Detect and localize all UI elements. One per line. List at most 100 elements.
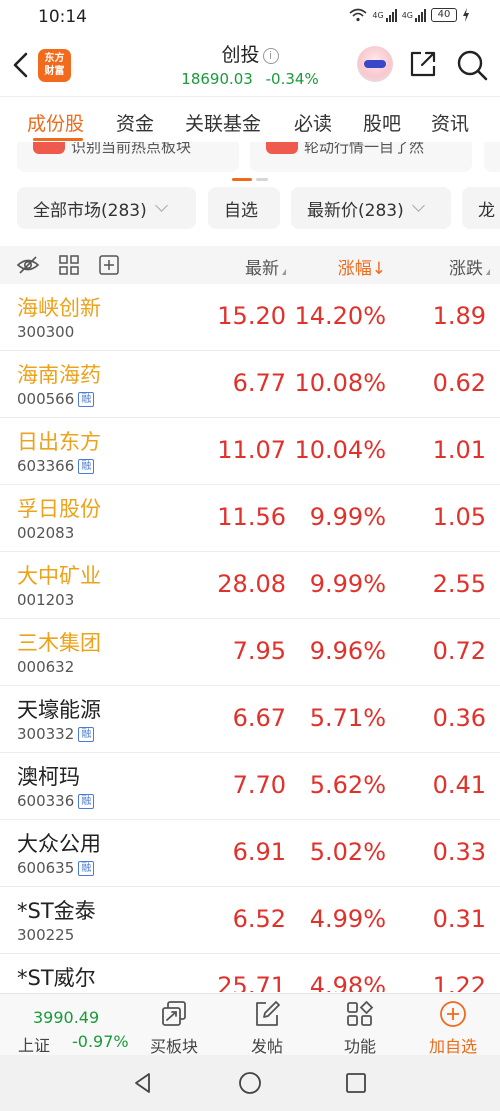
promo-card-hot-sectors[interactable]: 识别当前热点板块 — [17, 142, 239, 172]
wifi-icon — [349, 8, 367, 22]
tab-funds-flow[interactable]: 资金 — [116, 109, 154, 136]
assistant-avatar[interactable] — [357, 46, 393, 82]
header: 东方 财富 创投 i 18690.03 -0.34% — [0, 34, 500, 94]
change-value: 0.36 — [432, 704, 486, 732]
carousel-indicator — [232, 178, 270, 181]
market-filter-label: 全部市场(283) — [33, 200, 147, 221]
functions-label: 功能 — [343, 1037, 376, 1056]
change-value: 2.55 — [432, 570, 486, 598]
watchlist-filter-label: 自选 — [224, 200, 258, 221]
buy-board-icon — [162, 1001, 186, 1026]
tab-must-read[interactable]: 必读 — [294, 109, 332, 136]
buy-board-button[interactable]: 买板块 — [129, 994, 219, 1056]
change-value: 0.72 — [432, 637, 486, 665]
stock-name: 海南海药 — [17, 363, 101, 387]
table-row[interactable]: *ST威尔 25.71 4.98% 1.22 — [0, 954, 500, 992]
plus-circle-icon — [440, 1001, 466, 1027]
change-pct: 4.99% — [309, 905, 386, 933]
grid-icon[interactable] — [58, 254, 80, 276]
dragon-filter[interactable]: 龙 — [462, 187, 500, 229]
change-pct: 5.02% — [309, 838, 386, 866]
change-value: 0.41 — [432, 771, 486, 799]
stock-name: *ST威尔 — [17, 966, 96, 990]
sh-index-name: 上证 — [18, 1036, 51, 1055]
col-latest-price[interactable]: 最新 — [245, 254, 286, 279]
col-change[interactable]: 涨跌 — [449, 254, 490, 279]
stock-code: 600635 融 — [17, 859, 95, 877]
table-row[interactable]: 孚日股份 002083 11.56 9.99% 1.05 — [0, 485, 500, 552]
change-value: 1.01 — [432, 436, 486, 464]
stock-name: 大中矿业 — [17, 564, 101, 588]
nav-recents-icon[interactable] — [344, 1071, 368, 1095]
watchlist-filter[interactable]: 自选 — [208, 187, 280, 229]
table-row[interactable]: *ST金泰 300225 6.52 4.99% 0.31 — [0, 887, 500, 954]
nav-back-icon[interactable] — [131, 1071, 155, 1095]
sh-index-value: 3990.49 — [33, 1008, 100, 1027]
table-row[interactable]: 海峡创新 300300 15.20 14.20% 1.89 — [0, 284, 500, 351]
buy-board-label: 买板块 — [149, 1037, 198, 1056]
share-icon[interactable] — [408, 49, 438, 79]
search-icon[interactable] — [456, 49, 488, 81]
promo-card-rotation[interactable]: 轮动行情一目了然 — [250, 142, 472, 172]
eye-hide-icon[interactable] — [16, 254, 40, 276]
latest-price: 7.95 — [232, 637, 286, 665]
tab-related-funds[interactable]: 关联基金 — [185, 109, 261, 136]
stock-name: 日出东方 — [17, 430, 101, 454]
stock-name: 孚日股份 — [17, 497, 101, 521]
stock-name: 三木集团 — [17, 631, 101, 655]
stock-name: 天壕能源 — [17, 698, 101, 722]
index-ticker[interactable]: 3990.49 上证 -0.97% — [0, 994, 134, 1056]
margin-badge: 融 — [78, 392, 95, 407]
edit-icon — [256, 1001, 280, 1026]
table-row[interactable]: 大众公用 600635 融 6.91 5.02% 0.33 — [0, 820, 500, 887]
stock-code: 000566 融 — [17, 390, 95, 408]
table-row[interactable]: 三木集团 000632 7.95 9.96% 0.72 — [0, 619, 500, 686]
promo-card-next[interactable] — [484, 142, 500, 172]
change-pct: 10.04% — [294, 436, 386, 464]
back-arrow-icon[interactable] — [10, 50, 32, 80]
chevron-down-icon — [154, 198, 168, 212]
info-icon[interactable]: i — [262, 48, 279, 64]
network-label-1: 4G — [372, 10, 384, 20]
change-value: 1.05 — [432, 503, 486, 531]
index-quote: 18690.03 -0.34% — [150, 70, 350, 88]
table-row[interactable]: 天壕能源 300332 融 6.67 5.71% 0.36 — [0, 686, 500, 753]
table-row[interactable]: 大中矿业 001203 28.08 9.99% 2.55 — [0, 552, 500, 619]
tab-news[interactable]: 资讯 — [431, 109, 469, 136]
add-column-icon[interactable] — [98, 254, 120, 276]
market-filter[interactable]: 全部市场(283) — [17, 187, 196, 229]
functions-button[interactable]: 功能 — [315, 994, 405, 1056]
latest-price: 28.08 — [217, 570, 286, 598]
stock-code: 300300 — [17, 323, 75, 341]
signal-icon — [385, 8, 397, 22]
signal-icon-2 — [415, 8, 426, 22]
col-change-pct[interactable]: 涨幅↓ — [338, 254, 386, 279]
table-row[interactable]: 澳柯玛 600336 融 7.70 5.62% 0.41 — [0, 753, 500, 820]
tab-forum[interactable]: 股吧 — [363, 109, 401, 136]
change-pct: 5.62% — [309, 771, 386, 799]
sort-icon — [486, 269, 490, 275]
logo-text-line2: 财富 — [44, 66, 65, 77]
bottom-toolbar: 3990.49 上证 -0.97% 买板块 发帖 功能 加自选 — [0, 993, 500, 1056]
table-row[interactable]: 海南海药 000566 融 6.77 10.08% 0.62 — [0, 351, 500, 418]
nav-home-icon[interactable] — [238, 1071, 262, 1095]
change-pct: 14.20% — [294, 302, 386, 330]
add-watchlist-button[interactable]: 加自选 — [408, 994, 498, 1056]
col-latest-label: 最新 — [245, 259, 279, 279]
table-row[interactable]: 日出东方 603366 融 11.07 10.04% 1.01 — [0, 418, 500, 485]
promo-badge-icon — [33, 142, 65, 154]
post-button[interactable]: 发帖 — [222, 994, 312, 1056]
price-filter[interactable]: 最新价(283) — [291, 187, 451, 229]
tab-constituents[interactable]: 成份股 — [27, 109, 84, 136]
charging-icon — [463, 8, 469, 22]
stock-name: 海峡创新 — [17, 296, 101, 320]
latest-price: 6.67 — [232, 704, 286, 732]
latest-price: 7.70 — [232, 771, 286, 799]
dragon-filter-label: 龙 — [478, 200, 495, 221]
clock: 10:14 — [38, 7, 87, 27]
change-pct: 9.99% — [309, 570, 386, 598]
active-tab-indicator — [33, 138, 83, 141]
change-value: 1.22 — [432, 972, 486, 992]
stock-name: 大众公用 — [17, 832, 101, 856]
system-nav-bar — [0, 1055, 500, 1111]
